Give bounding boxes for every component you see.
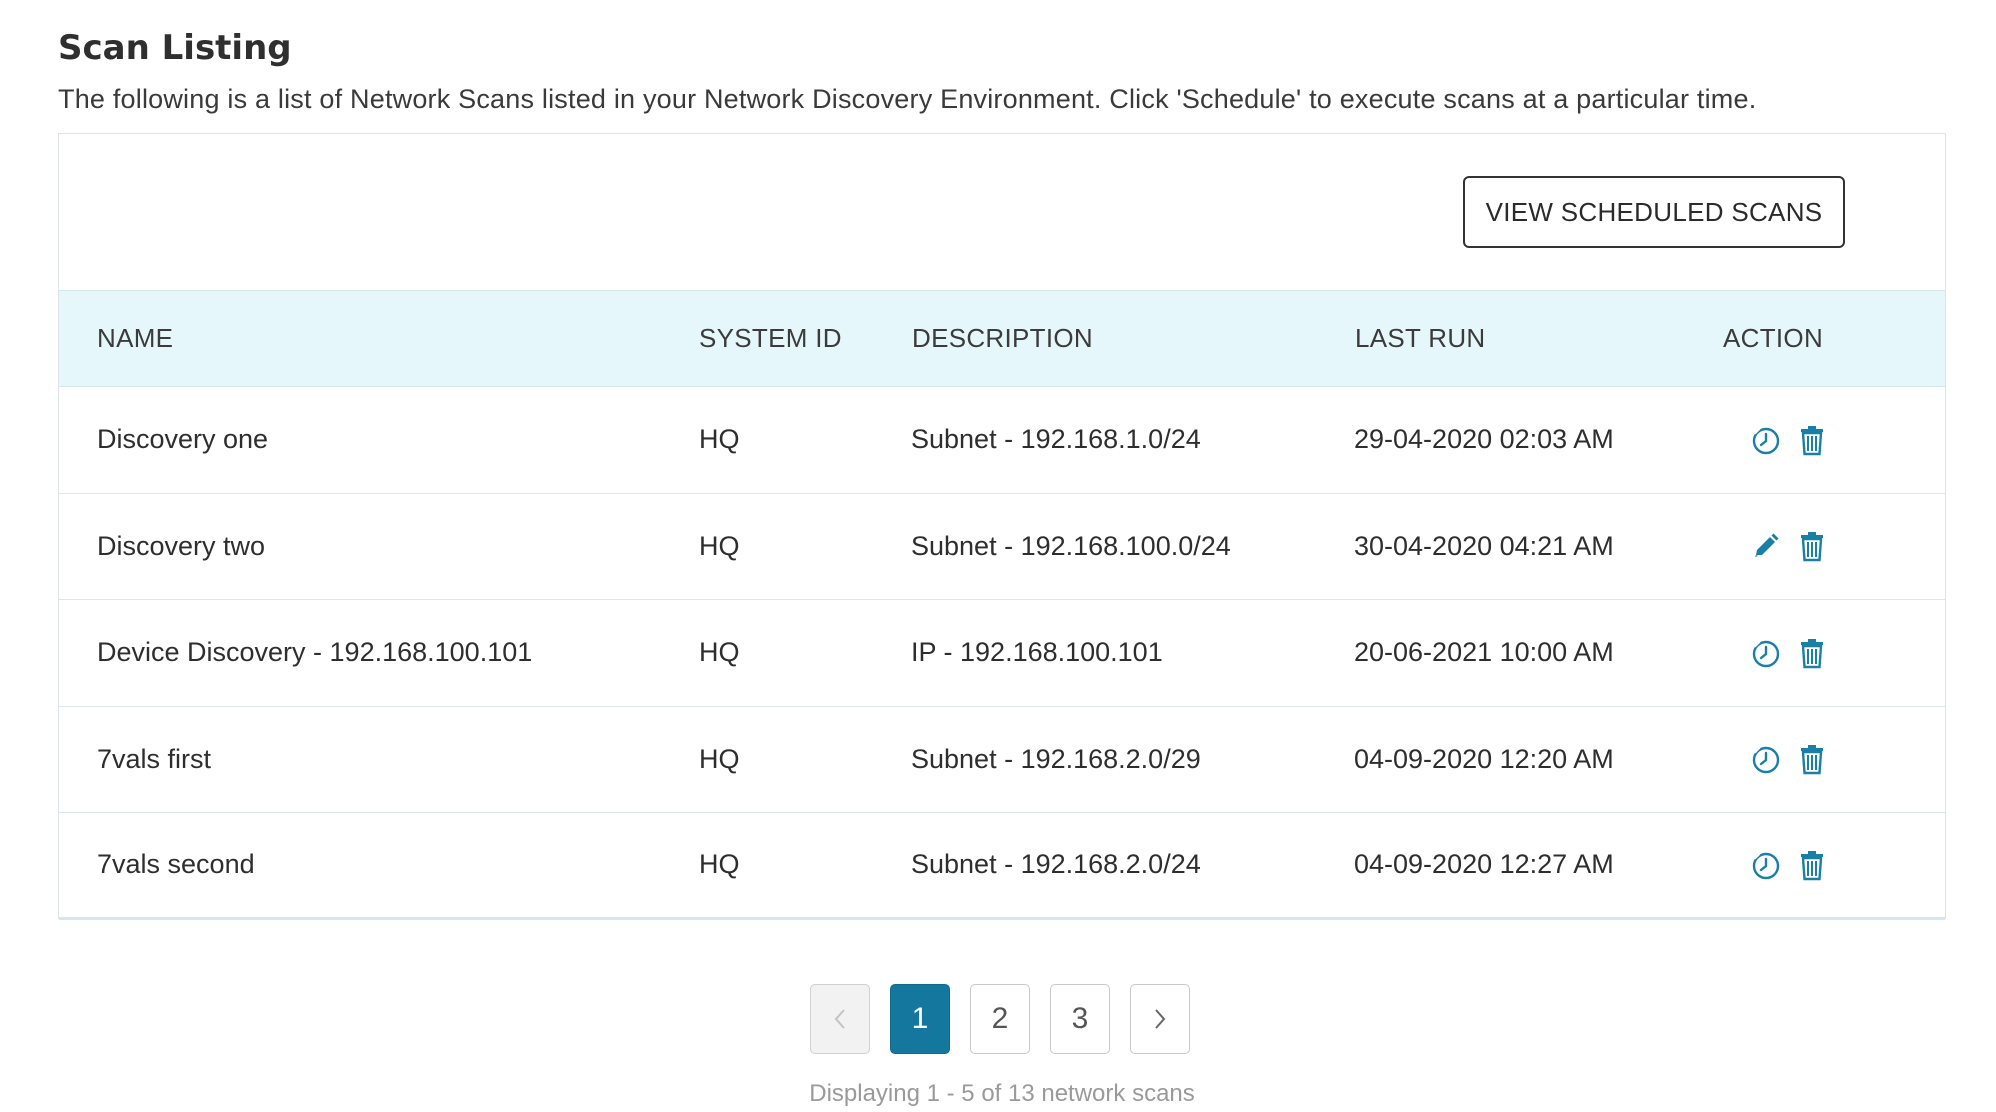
trash-icon[interactable] [1795, 529, 1829, 563]
cell-description: Subnet - 192.168.100.0/24 [911, 530, 1231, 561]
trash-icon[interactable] [1795, 742, 1829, 776]
row-actions [1749, 707, 1829, 813]
table-row: 7vals second HQ Subnet - 192.168.2.0/24 … [59, 813, 1945, 920]
trash-icon[interactable] [1795, 848, 1829, 882]
table-row: Device Discovery - 192.168.100.101 HQ IP… [59, 600, 1945, 707]
schedule-icon[interactable] [1749, 636, 1783, 670]
table-header: NAME SYSTEM ID DESCRIPTION LAST RUN ACTI… [59, 290, 1945, 387]
cell-name: Discovery one [97, 424, 269, 455]
page-description: The following is a list of Network Scans… [58, 84, 1757, 114]
cell-last-run: 04-09-2020 12:27 AM [1354, 849, 1614, 880]
column-header-description[interactable]: DESCRIPTION [912, 291, 1093, 386]
cell-system-id: HQ [699, 849, 740, 880]
page-title: Scan Listing [58, 28, 292, 68]
edit-icon[interactable] [1749, 529, 1783, 563]
schedule-icon[interactable] [1749, 423, 1783, 457]
table-body: Discovery one HQ Subnet - 192.168.1.0/24… [59, 387, 1945, 920]
cell-description: IP - 192.168.100.101 [911, 637, 1163, 668]
cell-system-id: HQ [699, 743, 740, 774]
column-header-action: ACTION [1723, 323, 1824, 353]
row-actions [1749, 387, 1829, 493]
pagination: 1 2 3 [810, 984, 1190, 1054]
cell-system-id: HQ [699, 424, 740, 455]
column-header-last-run[interactable]: LAST RUN [1355, 291, 1486, 386]
trash-icon[interactable] [1795, 423, 1829, 457]
table-row: Discovery one HQ Subnet - 192.168.1.0/24… [59, 387, 1945, 494]
cell-description: Subnet - 192.168.2.0/24 [911, 849, 1201, 880]
column-header-name[interactable]: NAME [97, 291, 173, 386]
next-page-button[interactable] [1130, 984, 1190, 1054]
schedule-icon[interactable] [1749, 742, 1783, 776]
schedule-icon[interactable] [1749, 848, 1783, 882]
trash-icon[interactable] [1795, 636, 1829, 670]
cell-last-run: 04-09-2020 12:20 AM [1354, 743, 1614, 774]
page-button-3[interactable]: 3 [1050, 984, 1110, 1054]
cell-last-run: 20-06-2021 10:00 AM [1354, 637, 1614, 668]
row-actions [1749, 600, 1829, 706]
previous-page-button[interactable] [810, 984, 870, 1054]
cell-description: Subnet - 192.168.1.0/24 [911, 424, 1201, 455]
cell-name: Discovery two [97, 530, 266, 561]
page-button-1[interactable]: 1 [890, 984, 950, 1054]
table-row: Discovery two HQ Subnet - 192.168.100.0/… [59, 494, 1945, 600]
row-actions [1749, 813, 1829, 917]
table-row: 7vals first HQ Subnet - 192.168.2.0/29 0… [59, 707, 1945, 813]
cell-system-id: HQ [699, 530, 740, 561]
cell-system-id: HQ [699, 637, 740, 668]
cell-last-run: 29-04-2020 02:03 AM [1354, 424, 1614, 455]
page-button-2[interactable]: 2 [970, 984, 1030, 1054]
view-scheduled-scans-button[interactable]: VIEW SCHEDULED SCANS [1463, 176, 1845, 248]
cell-name: 7vals first [97, 743, 212, 774]
cell-description: Subnet - 192.168.2.0/29 [911, 743, 1201, 774]
column-header-system-id[interactable]: SYSTEM ID [699, 291, 842, 386]
chevron-left-icon [834, 1009, 845, 1029]
cell-last-run: 30-04-2020 04:21 AM [1354, 530, 1614, 561]
cell-name: 7vals second [97, 849, 255, 880]
cell-name: Device Discovery - 192.168.100.101 [97, 637, 533, 668]
row-actions [1749, 494, 1829, 600]
chevron-right-icon [1155, 1009, 1166, 1029]
pagination-summary: Displaying 1 - 5 of 13 network scans [809, 1080, 1195, 1107]
